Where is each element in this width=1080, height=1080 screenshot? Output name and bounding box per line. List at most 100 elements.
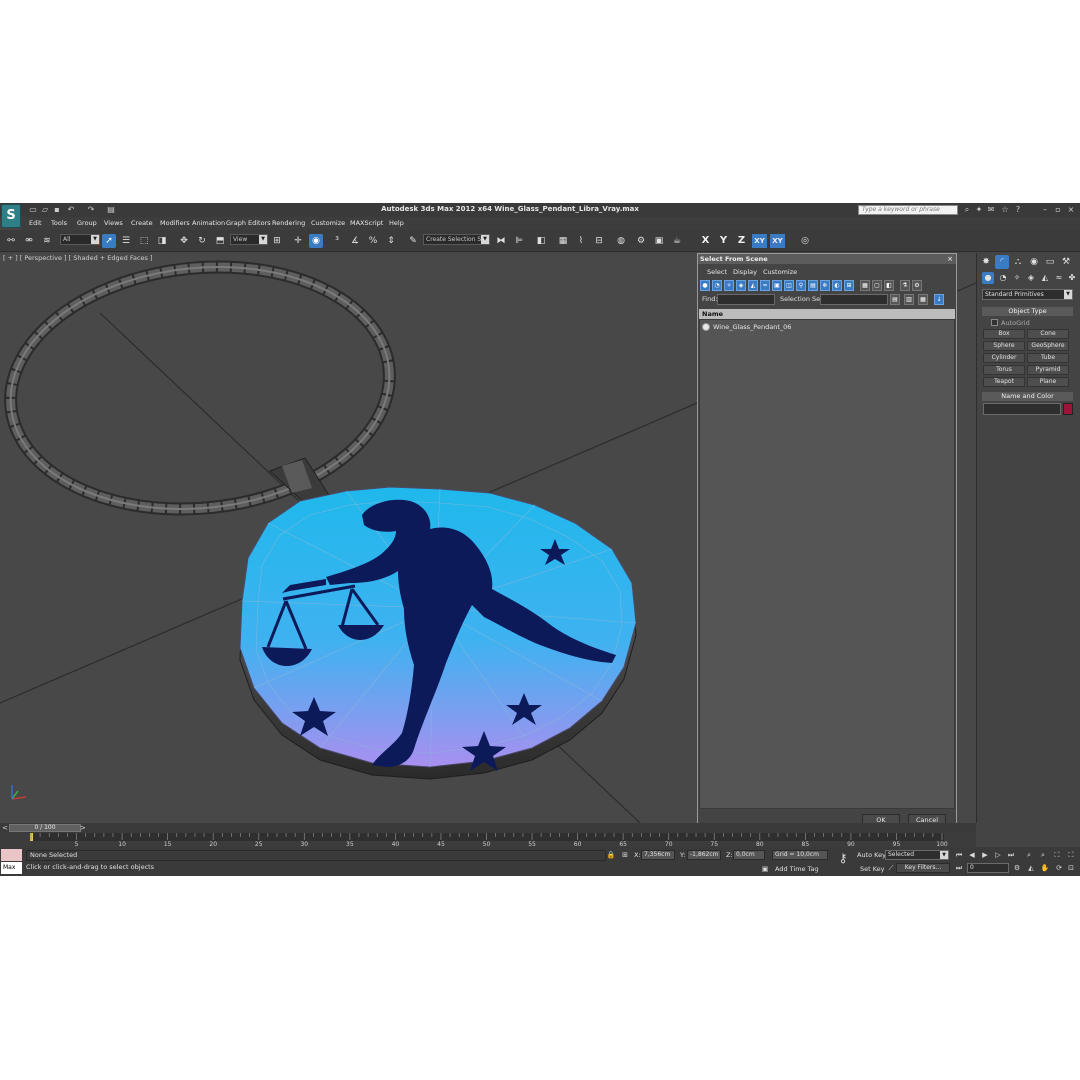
menu-group[interactable]: Group — [77, 219, 97, 227]
menu-edit[interactable]: Edit — [29, 219, 42, 227]
x-coord-field[interactable]: 7,356cm — [641, 850, 675, 860]
favorites-icon[interactable]: ☆ — [1000, 205, 1010, 215]
utilities-tab-icon[interactable]: ⚒ — [1059, 255, 1073, 269]
display-all-icon[interactable]: ⊞ — [844, 280, 854, 291]
set-keys-icon[interactable]: ⟋ — [886, 863, 896, 873]
restrict-to-y-button[interactable]: Y — [716, 234, 731, 248]
add-time-tag-label[interactable]: Add Time Tag — [775, 865, 819, 873]
name-column-header[interactable]: Name — [699, 309, 955, 319]
geosphere-button[interactable]: GeoSphere — [1027, 341, 1069, 351]
display-lights-icon[interactable]: ✧ — [724, 280, 734, 291]
edit-named-selection-icon[interactable]: ✎ — [406, 234, 420, 248]
display-space-warps-icon[interactable]: ≈ — [760, 280, 770, 291]
redo-icon[interactable]: ↷ — [86, 205, 96, 215]
pivot-center-icon[interactable]: ⊞ — [270, 234, 284, 248]
restrict-plane-cycle-button[interactable]: XY — [770, 234, 785, 248]
sync-selection-icon[interactable]: ↓ — [934, 294, 944, 305]
selection-set-dropdown[interactable] — [820, 294, 888, 305]
key-mode-icon[interactable]: ⚷ — [838, 852, 848, 864]
unlink-selection-icon[interactable]: ⚮ — [22, 234, 36, 248]
select-and-scale-icon[interactable]: ⬒ — [213, 234, 227, 248]
render-setup-icon[interactable]: ⚙ — [634, 234, 648, 248]
percent-snap-icon[interactable]: % — [366, 234, 380, 248]
dialog-menu-display[interactable]: Display — [733, 268, 757, 276]
display-containers-icon[interactable]: ▤ — [808, 280, 818, 291]
object-color-swatch[interactable] — [1063, 403, 1073, 415]
create-tab-icon[interactable]: ✸ — [979, 255, 993, 269]
rendered-frame-window-icon[interactable]: ▣ — [652, 234, 666, 248]
rectangular-selection-icon[interactable]: ⬚ — [137, 234, 151, 248]
display-shapes-icon[interactable]: ◔ — [712, 280, 722, 291]
select-and-manipulate-icon[interactable]: ✛ — [291, 234, 305, 248]
select-none-icon[interactable]: ▢ — [872, 280, 882, 291]
zoom-extents-all-icon[interactable]: ⛶ — [1066, 850, 1076, 860]
modify-tab-icon[interactable]: ◜ — [995, 255, 1009, 269]
select-and-rotate-icon[interactable]: ↻ — [195, 234, 209, 248]
menu-graph-editors[interactable]: Graph Editors — [226, 219, 271, 227]
primitive-category-dropdown[interactable]: Standard Primitives ▼ — [982, 289, 1073, 300]
maximize-viewport-icon[interactable]: ⊡ — [1066, 863, 1076, 873]
find-input[interactable] — [717, 294, 775, 305]
space-warps-category-icon[interactable]: ≈ — [1053, 272, 1065, 284]
display-cameras-icon[interactable]: ◈ — [736, 280, 746, 291]
display-groups-icon[interactable]: ▣ — [772, 280, 782, 291]
time-slider[interactable]: < 0 / 100 > — [0, 823, 976, 833]
schematic-view-icon[interactable]: ⊟ — [592, 234, 606, 248]
previous-key-icon[interactable]: ◀ — [967, 850, 977, 860]
align-icon[interactable]: ⊫ — [512, 234, 526, 248]
communication-center-icon[interactable]: ✉ — [986, 205, 996, 215]
key-selection-dropdown[interactable]: Selected ▼ — [885, 850, 949, 860]
snaps-toggle-icon[interactable]: ³ — [330, 234, 344, 248]
autogrid-checkbox[interactable] — [991, 319, 998, 326]
key-filters-button[interactable]: Key Filters... — [896, 863, 950, 873]
project-folder-icon[interactable]: ▤ — [106, 205, 116, 215]
open-file-icon[interactable]: ▱ — [40, 205, 50, 215]
search-icon[interactable]: ⌕ — [962, 205, 972, 215]
display-bones-icon[interactable]: ⚲ — [796, 280, 806, 291]
lock-selection-icon[interactable]: 🔒 — [606, 850, 616, 860]
subscription-icon[interactable]: ✦ — [974, 205, 984, 215]
select-invert-icon[interactable]: ◧ — [884, 280, 894, 291]
display-hidden-icon[interactable]: ◐ — [832, 280, 842, 291]
name-and-color-rollout[interactable]: Name and Color — [982, 392, 1073, 401]
torus-button[interactable]: Torus — [983, 365, 1025, 375]
sphere-button[interactable]: Sphere — [983, 341, 1025, 351]
bind-to-space-warp-icon[interactable]: ≋ — [40, 234, 54, 248]
cylinder-button[interactable]: Cylinder — [983, 353, 1025, 363]
curve-editor-icon[interactable]: ⌇ — [574, 234, 588, 248]
track-bar[interactable]: 5 10 15 20 25 30 35 40 45 50 55 60 65 70 75 80 85 90 95 100 — [0, 833, 976, 847]
undo-icon[interactable]: ↶ — [66, 205, 76, 215]
pyramid-button[interactable]: Pyramid — [1027, 365, 1069, 375]
time-tag-icon[interactable]: ▣ — [760, 864, 770, 874]
maximize-icon[interactable]: ▫ — [1053, 205, 1063, 215]
teapot-button[interactable]: Teapot — [983, 377, 1025, 387]
time-slider-knob[interactable]: 0 / 100 — [9, 824, 81, 832]
menu-customize[interactable]: Customize — [311, 219, 345, 227]
select-object-icon[interactable]: ➚ — [102, 234, 116, 248]
plane-button[interactable]: Plane — [1027, 377, 1069, 387]
play-icon[interactable]: ▶ — [980, 850, 990, 860]
current-frame-field[interactable]: 0 — [967, 863, 1009, 873]
selection-set-icon[interactable]: ▤ — [890, 294, 900, 305]
new-file-icon[interactable]: ▭ — [28, 205, 38, 215]
menu-views[interactable]: Views — [104, 219, 123, 227]
previous-frame-icon[interactable]: < — [2, 824, 8, 832]
menu-rendering[interactable]: Rendering — [272, 219, 305, 227]
box-button[interactable]: Box — [983, 329, 1025, 339]
object-name-input[interactable] — [983, 403, 1061, 415]
window-crossing-icon[interactable]: ◨ — [155, 234, 169, 248]
cone-button[interactable]: Cone — [1027, 329, 1069, 339]
geometry-category-icon[interactable]: ● — [982, 272, 994, 284]
y-coord-field[interactable]: -1,862cm — [687, 850, 721, 860]
maxscript-mini-listener[interactable]: Max — [1, 862, 22, 874]
copy-set-icon[interactable]: ▥ — [904, 294, 914, 305]
vray-frame-buffer-icon[interactable]: ◎ — [798, 234, 812, 248]
select-by-name-icon[interactable]: ☰ — [119, 234, 133, 248]
spinner-snap-icon[interactable]: ⇕ — [384, 234, 398, 248]
material-editor-icon[interactable]: ◍ — [614, 234, 628, 248]
restrict-to-x-button[interactable]: X — [698, 234, 713, 248]
scene-object-list[interactable]: Wine_Glass_Pendant_06 — [699, 319, 955, 809]
restrict-to-z-button[interactable]: Z — [734, 234, 749, 248]
motion-tab-icon[interactable]: ◉ — [1027, 255, 1041, 269]
list-item[interactable]: Wine_Glass_Pendant_06 — [702, 323, 791, 332]
